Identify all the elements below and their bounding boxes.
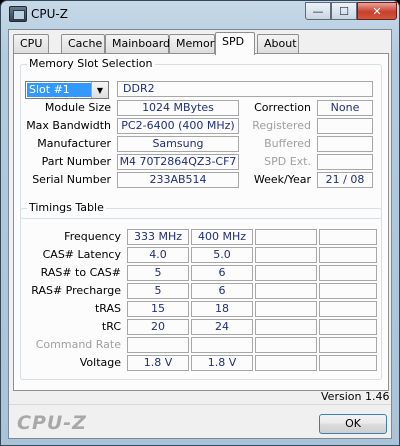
cpuz-app-icon <box>9 6 27 22</box>
command-rate-label: Command Rate <box>35 338 121 351</box>
timing-cell: 18 <box>191 301 253 317</box>
spd-ext-field <box>317 154 373 170</box>
module-size-field: 1024 MBytes <box>117 100 239 116</box>
version-label: Version 1.46 <box>321 390 390 403</box>
timing-cell-empty <box>255 247 317 263</box>
timing-cell: 400 MHz <box>191 229 253 245</box>
timing-cell-empty <box>319 301 377 317</box>
timing-cell: 20 <box>127 319 189 335</box>
voltage-label: Voltage <box>79 356 121 369</box>
timing-cell-empty <box>319 355 377 371</box>
client-area: CPU Cache Mainboard Memory SPD About Mem… <box>8 29 392 439</box>
tab-mainboard[interactable]: Mainboard <box>105 34 170 54</box>
module-size-label: Module Size <box>44 101 111 114</box>
buffered-label: Buffered <box>264 137 311 150</box>
registered-field <box>317 118 373 134</box>
manufacturer-field: Samsung <box>117 136 239 152</box>
slot-dropdown[interactable]: Slot #1 ▼ <box>25 81 109 99</box>
timing-cell <box>127 337 189 353</box>
serial-number-field: 233AB514 <box>117 172 239 188</box>
timing-cell-empty <box>319 283 377 299</box>
timing-cell-empty <box>255 283 317 299</box>
correction-field: None <box>317 100 373 116</box>
tab-spd[interactable]: SPD <box>215 32 255 55</box>
timing-cell-empty <box>319 319 377 335</box>
timing-cell-empty <box>319 265 377 281</box>
part-number-field: M4 70T2864QZ3-CF7 <box>117 154 239 170</box>
ok-button[interactable]: OK <box>319 414 387 434</box>
timing-cell-empty <box>255 355 317 371</box>
serial-number-label: Serial Number <box>32 173 111 186</box>
timing-cell: 24 <box>191 319 253 335</box>
timing-cell-empty <box>255 337 317 353</box>
trc-label: tRC <box>101 320 121 333</box>
timing-cell-empty <box>319 247 377 263</box>
memory-slot-group: Memory Slot Selection Slot #1 ▼ DDR2 Mod… <box>20 57 382 219</box>
window-title: CPU-Z <box>31 7 68 21</box>
tab-about[interactable]: About <box>257 34 299 54</box>
frequency-label: Frequency <box>64 230 121 243</box>
timing-cell: 1.8 V <box>127 355 189 371</box>
registered-label: Registered <box>252 119 311 132</box>
timing-cell-empty <box>319 337 377 353</box>
ras-to-cas-label: RAS# to CAS# <box>40 266 121 279</box>
timing-cell-empty <box>319 229 377 245</box>
cpuz-brand-logo: CPU-Z <box>17 412 87 434</box>
timing-cell: 6 <box>191 283 253 299</box>
timing-cell: 333 MHz <box>127 229 189 245</box>
tab-cache[interactable]: Cache <box>61 34 105 54</box>
timing-cell: 5.0 <box>191 247 253 263</box>
footer-divider <box>9 404 391 405</box>
timings-table-group-label: Timings Table <box>27 201 106 214</box>
ras-precharge-label: RAS# Precharge <box>31 284 121 297</box>
timing-cell-empty <box>255 265 317 281</box>
timing-cell-empty <box>255 301 317 317</box>
tab-cpu[interactable]: CPU <box>13 34 49 54</box>
timing-cell-empty <box>255 229 317 245</box>
timings-table-group: Timings Table Frequency CAS# Latency RAS… <box>20 201 382 380</box>
timing-cell-empty <box>255 319 317 335</box>
memory-slot-group-label: Memory Slot Selection <box>27 57 155 70</box>
part-number-label: Part Number <box>41 155 111 168</box>
timing-cell: 15 <box>127 301 189 317</box>
cas-latency-label: CAS# Latency <box>42 248 121 261</box>
week-year-label: Week/Year <box>253 173 311 186</box>
timing-cell: 5 <box>127 283 189 299</box>
maximize-button[interactable]: ☐ <box>331 2 357 20</box>
chevron-down-icon[interactable]: ▼ <box>91 82 108 98</box>
tab-memory[interactable]: Memory <box>169 34 221 54</box>
manufacturer-label: Manufacturer <box>37 137 111 150</box>
timing-cell <box>191 337 253 353</box>
max-bandwidth-field: PC2-6400 (400 MHz) <box>117 118 239 134</box>
cpuz-window: CPU-Z — ☐ ✕ CPU Cache Mainboard Memory S… <box>0 0 400 446</box>
timing-cell: 5 <box>127 265 189 281</box>
slot-selected-value: Slot #1 <box>27 83 91 97</box>
max-bandwidth-label: Max Bandwidth <box>26 119 111 132</box>
timing-cell: 6 <box>191 265 253 281</box>
correction-label: Correction <box>254 101 311 114</box>
timing-cell: 1.8 V <box>191 355 253 371</box>
tab-strip: CPU Cache Mainboard Memory SPD About <box>13 32 389 55</box>
minimize-button[interactable]: — <box>305 2 331 20</box>
timing-cell: 4.0 <box>127 247 189 263</box>
spd-ext-label: SPD Ext. <box>264 155 311 168</box>
tras-label: tRAS <box>94 302 121 315</box>
buffered-field <box>317 136 373 152</box>
memory-type-field: DDR2 <box>117 81 373 97</box>
title-bar[interactable]: CPU-Z — ☐ ✕ <box>1 1 399 29</box>
close-button[interactable]: ✕ <box>357 2 397 20</box>
week-year-field: 21 / 08 <box>317 172 373 188</box>
spd-tab-panel: Memory Slot Selection Slot #1 ▼ DDR2 Mod… <box>13 53 389 391</box>
